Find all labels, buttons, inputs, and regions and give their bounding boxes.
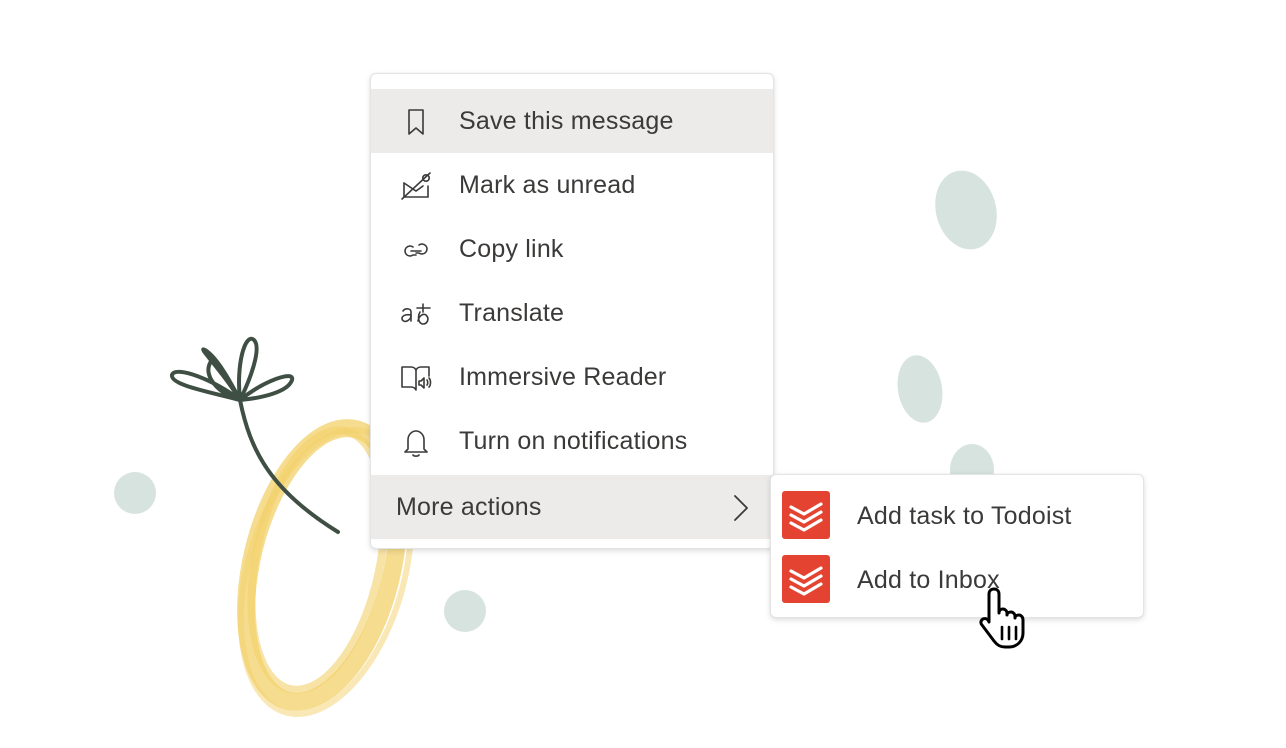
stage: Save this message Mark as unread Copy li…: [0, 0, 1286, 748]
menu-item-label: More actions: [396, 492, 542, 521]
bell-icon: [404, 430, 428, 457]
menu-item-mark-unread[interactable]: Mark as unread: [371, 153, 773, 217]
mark-unread-icon: [401, 172, 431, 200]
submenu-item-add-task-todoist[interactable]: Add task to Todoist: [771, 483, 1143, 547]
menu-item-translate[interactable]: Translate: [371, 281, 773, 345]
menu-item-notifications[interactable]: Turn on notifications: [371, 409, 773, 473]
menu-item-label: Copy link: [459, 234, 564, 263]
menu-item-more-actions[interactable]: More actions: [371, 475, 773, 539]
menu-item-label: Translate: [459, 298, 565, 327]
translate-icon: [401, 303, 431, 325]
menu-item-label: Save this message: [459, 106, 674, 135]
menu-item-label: Mark as unread: [459, 170, 636, 199]
todoist-icon: [782, 491, 830, 539]
menu-item-immersive-reader[interactable]: Immersive Reader: [371, 345, 773, 409]
immersive-reader-icon: [401, 366, 432, 391]
submenu-item-label: Add task to Todoist: [857, 502, 1072, 530]
chevron-right-icon: [734, 495, 748, 521]
menu-item-save-message[interactable]: Save this message: [371, 89, 773, 153]
menu-item-label: Turn on notifications: [459, 426, 688, 455]
bookmark-icon: [408, 109, 424, 135]
more-actions-submenu: Add task to Todoist Add to Inbox: [770, 474, 1144, 618]
menu-item-label: Immersive Reader: [459, 362, 667, 391]
submenu-item-add-to-inbox[interactable]: Add to Inbox: [771, 547, 1143, 611]
menu-item-copy-link[interactable]: Copy link: [371, 217, 773, 281]
todoist-icon: [782, 555, 830, 603]
hand-cursor-icon: [979, 587, 1025, 649]
context-menu: Save this message Mark as unread Copy li…: [370, 73, 774, 549]
link-icon: [404, 243, 428, 257]
